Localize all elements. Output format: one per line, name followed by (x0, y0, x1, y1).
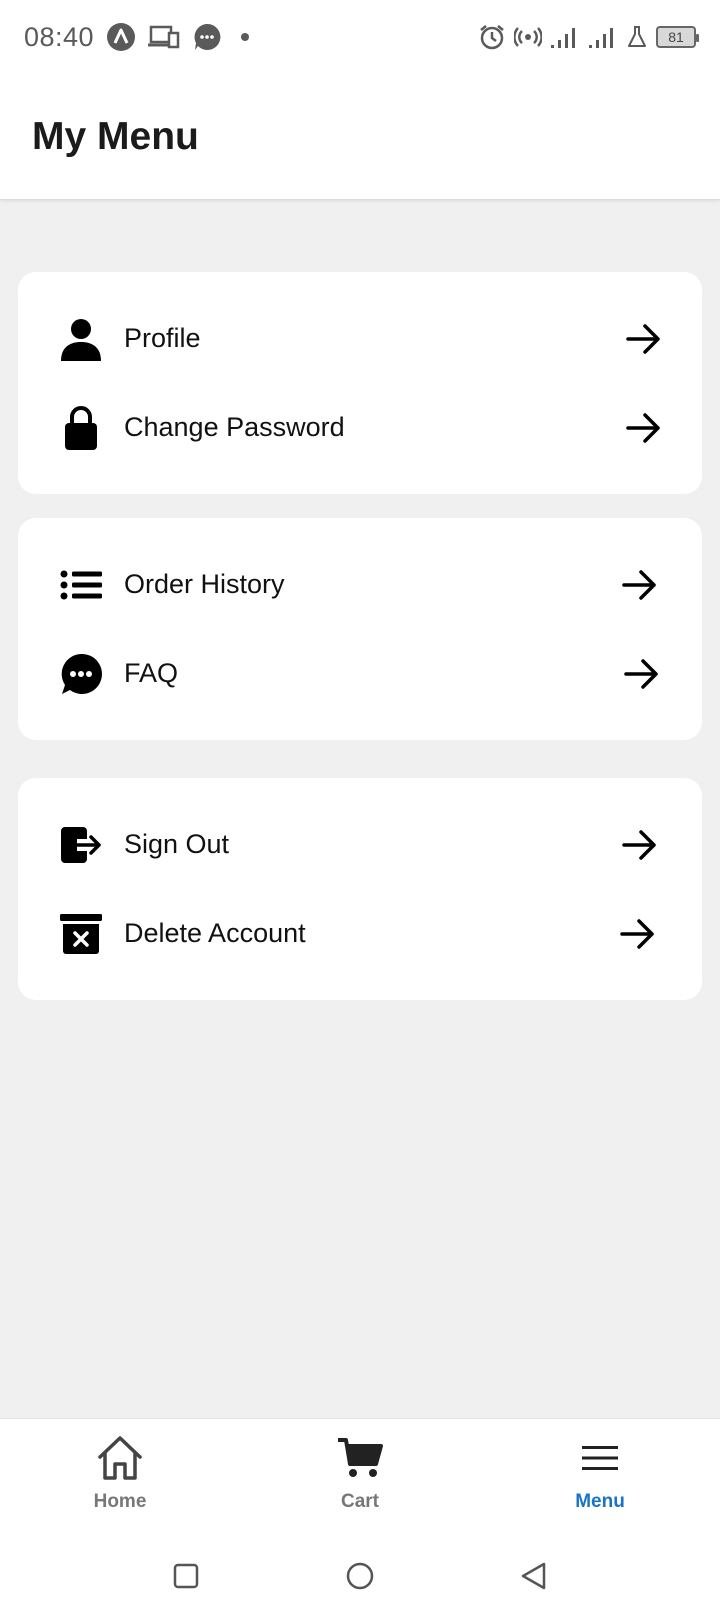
account-card: Profile Change Password (18, 272, 702, 494)
arrow-right-icon (624, 408, 664, 448)
home-icon (92, 1433, 148, 1483)
menu-item-delete-account[interactable]: Delete Account (18, 889, 702, 978)
menu-item-profile[interactable]: Profile (18, 294, 702, 383)
status-time: 08:40 (24, 21, 95, 52)
hotspot-icon (514, 25, 542, 49)
sign-out-icon (58, 822, 104, 868)
signal-icon (588, 25, 618, 49)
nav-label-menu: Menu (575, 1491, 625, 1512)
alarm-icon (478, 23, 506, 51)
battery-icon: 81 (656, 26, 699, 48)
person-icon (58, 316, 104, 362)
session-card: Sign Out Delete Account (18, 778, 702, 1000)
devices-icon (148, 24, 180, 50)
page-title: My Menu (32, 114, 199, 158)
nav-item-menu[interactable]: Menu (480, 1419, 720, 1540)
status-right-icons: 81 (478, 23, 699, 51)
system-nav-bar (0, 1540, 720, 1612)
menu-item-label: Sign Out (124, 829, 230, 859)
nav-item-cart[interactable]: Cart (240, 1419, 480, 1540)
menu-item-order-history[interactable]: Order History (18, 540, 702, 629)
menu-item-label: FAQ (124, 658, 179, 688)
orders-card: Order History FAQ (18, 518, 702, 740)
lock-icon (58, 405, 104, 451)
app-bar: My Menu (0, 74, 720, 200)
a-badge-icon (106, 22, 136, 52)
arrow-right-icon (622, 654, 662, 694)
bottom-nav: Home Cart Menu (0, 1418, 720, 1540)
dot-icon (240, 32, 250, 42)
menu-item-label: Order History (124, 569, 285, 599)
list-icon (58, 562, 104, 608)
chat-bubble-icon (192, 22, 222, 52)
circle-icon[interactable] (343, 1559, 377, 1593)
menu-item-change-password[interactable]: Change Password (18, 383, 702, 472)
signal-icon (550, 25, 580, 49)
arrow-right-icon (620, 565, 660, 605)
arrow-right-icon (618, 914, 658, 954)
nav-item-home[interactable]: Home (0, 1419, 240, 1540)
trash-x-icon (58, 911, 104, 957)
hamburger-icon (572, 1433, 628, 1483)
battery-level: 81 (668, 29, 684, 45)
menu-item-sign-out[interactable]: Sign Out (18, 800, 702, 889)
menu-item-faq[interactable]: FAQ (18, 629, 702, 718)
chat-dots-icon (58, 651, 104, 697)
status-left-icons (106, 22, 250, 52)
cart-icon (332, 1433, 388, 1483)
arrow-right-icon (620, 825, 660, 865)
back-triangle-icon[interactable] (517, 1559, 551, 1593)
menu-item-label: Delete Account (124, 918, 306, 948)
nav-label-home: Home (93, 1491, 147, 1512)
menu-item-label: Profile (124, 323, 201, 353)
flask-icon (626, 25, 648, 49)
nav-label-cart: Cart (340, 1491, 379, 1512)
menu-item-label: Change Password (124, 412, 345, 442)
arrow-right-icon (624, 319, 664, 359)
square-icon[interactable] (169, 1559, 203, 1593)
status-bar: 08:40 81 (0, 0, 720, 74)
